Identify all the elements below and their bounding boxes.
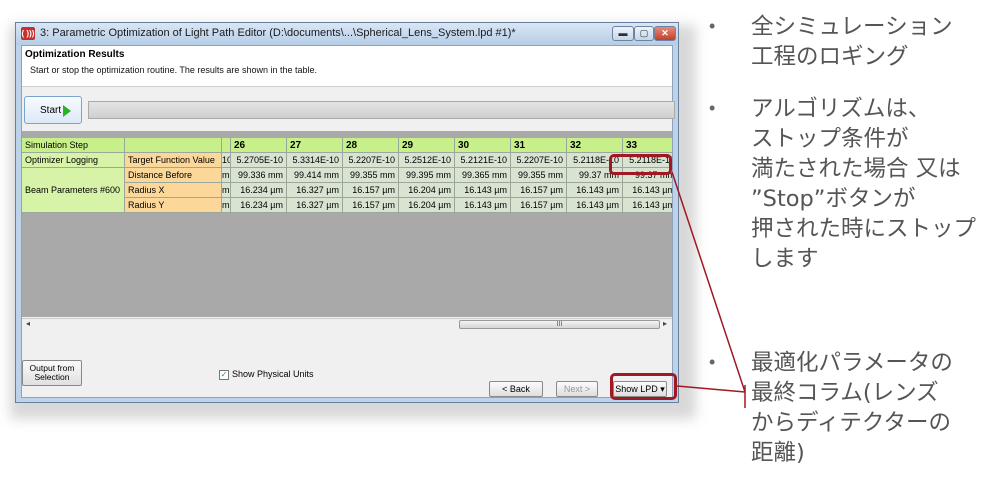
table-cell[interactable]: 99.336 mm <box>231 168 287 183</box>
back-button[interactable]: < Back <box>489 381 543 397</box>
param-target-function-value: Target Function Value <box>125 153 222 168</box>
column-header[interactable]: 31 <box>511 138 567 153</box>
table-cell[interactable]: 16.234 µm <box>231 183 287 198</box>
column-header[interactable]: 28 <box>343 138 399 153</box>
start-label: Start <box>40 105 62 116</box>
table-cell[interactable]: 5.2705E-10 <box>231 153 287 168</box>
partial-cell <box>222 138 231 153</box>
table-cell[interactable]: 16.234 µm <box>231 198 287 213</box>
column-header[interactable]: 32 <box>567 138 623 153</box>
table-cell[interactable]: 16.143 µm <box>455 183 511 198</box>
maximize-icon[interactable]: ▢ <box>634 26 654 41</box>
minimize-icon[interactable]: ▬ <box>612 26 634 41</box>
row-header-simulation-step: Simulation Step <box>22 138 125 153</box>
table-cell[interactable]: 5.2512E-10 <box>399 153 455 168</box>
column-header[interactable]: 30 <box>455 138 511 153</box>
table-cell[interactable]: 16.143 µm <box>567 198 623 213</box>
close-icon[interactable]: ✕ <box>654 26 676 41</box>
note-final-column: 最適化パラメータの 最終コラム(レンズ からディテクターの 距離) <box>751 350 953 466</box>
optimization-window: ( ))) 3: Parametric Optimization of Ligh… <box>15 22 679 403</box>
partial-cell: 10 <box>222 153 231 168</box>
param-radius-y: Radius Y <box>125 198 222 213</box>
title-bar[interactable]: ( ))) 3: Parametric Optimization of Ligh… <box>16 23 678 45</box>
partial-cell: m <box>222 168 231 183</box>
results-table[interactable]: Simulation Step Optimizer Logging Beam Par… <box>22 131 672 317</box>
column-header[interactable]: 27 <box>287 138 343 153</box>
show-physical-units-checkbox[interactable]: ✓ <box>219 370 229 380</box>
row-header-optimizer-logging: Optimizer Logging <box>22 153 125 168</box>
bullet-icon: • <box>709 98 716 118</box>
table-cell[interactable]: 16.157 µm <box>343 198 399 213</box>
start-button[interactable]: Start <box>24 96 82 124</box>
optimization-progress-bar <box>88 101 675 119</box>
table-cell[interactable]: 16.204 µm <box>399 183 455 198</box>
table-cell[interactable]: 99.414 mm <box>287 168 343 183</box>
param-distance-before: Distance Before <box>125 168 222 183</box>
row-header-beam-parameters: Beam Parameters #600 <box>22 168 125 213</box>
partial-cell: m <box>222 198 231 213</box>
client-area: Optimization Results Start or stop the o… <box>21 45 675 398</box>
note-logging: 全シミュレーション 工程のロギング <box>751 14 953 70</box>
table-cell[interactable]: 16.157 µm <box>343 183 399 198</box>
table-cell[interactable]: 16.143 µm <box>567 183 623 198</box>
table-cell[interactable]: 16.327 µm <box>287 198 343 213</box>
scroll-left-icon[interactable]: ◂ <box>26 319 30 328</box>
table-cell[interactable]: 5.2121E-10 <box>455 153 511 168</box>
page-title: Optimization Results <box>25 49 125 60</box>
page-subtitle: Start or stop the optimization routine. … <box>30 65 317 75</box>
table-cell[interactable]: 99.365 mm <box>455 168 511 183</box>
scroll-right-icon[interactable]: ▸ <box>663 319 667 328</box>
next-button[interactable]: Next > <box>556 381 598 397</box>
table-cell[interactable]: 16.204 µm <box>399 198 455 213</box>
output-from-selection-button[interactable]: Output from Selection <box>22 360 82 386</box>
table-cell[interactable]: 5.2207E-10 <box>343 153 399 168</box>
column-header[interactable]: 33 <box>623 138 672 153</box>
table-cell[interactable]: 16.157 µm <box>511 183 567 198</box>
table-cell[interactable]: 16.327 µm <box>287 183 343 198</box>
partial-cell: m <box>222 183 231 198</box>
table-cell[interactable]: 5.3314E-10 <box>287 153 343 168</box>
play-icon <box>63 105 71 117</box>
table-cell[interactable]: 99.395 mm <box>399 168 455 183</box>
table-cell[interactable]: 99.355 mm <box>511 168 567 183</box>
show-physical-units-label: Show Physical Units <box>232 369 314 379</box>
table-cell[interactable]: 16.157 µm <box>511 198 567 213</box>
bullet-icon: • <box>709 352 716 372</box>
table-cell[interactable]: 5.2207E-10 <box>511 153 567 168</box>
app-logo-icon: ( ))) <box>21 27 35 40</box>
highlight-show-lpd <box>610 373 677 400</box>
header-panel: Optimization Results Start or stop the o… <box>22 46 672 87</box>
note-stop-condition: アルゴリズムは、 ストップ条件が 満たされた場合 又は ”Stop”ボタンが 押… <box>751 96 977 272</box>
table-cell[interactable]: 16.143 µm <box>623 198 672 213</box>
table-cell[interactable]: 99.355 mm <box>343 168 399 183</box>
param-radius-x: Radius X <box>125 183 222 198</box>
bullet-icon: • <box>709 16 716 36</box>
window-title: 3: Parametric Optimization of Light Path… <box>40 27 516 39</box>
output-button-label-line: Selection <box>34 372 70 382</box>
param-blank <box>125 138 222 153</box>
scroll-thumb[interactable]: III <box>459 320 660 329</box>
column-header[interactable]: 26 <box>231 138 287 153</box>
table-cell[interactable]: 16.143 µm <box>455 198 511 213</box>
horizontal-scrollbar[interactable]: ◂ III ▸ <box>22 318 672 331</box>
table-cell[interactable]: 16.143 µm <box>623 183 672 198</box>
column-header[interactable]: 29 <box>399 138 455 153</box>
highlight-final-distance <box>609 154 672 175</box>
